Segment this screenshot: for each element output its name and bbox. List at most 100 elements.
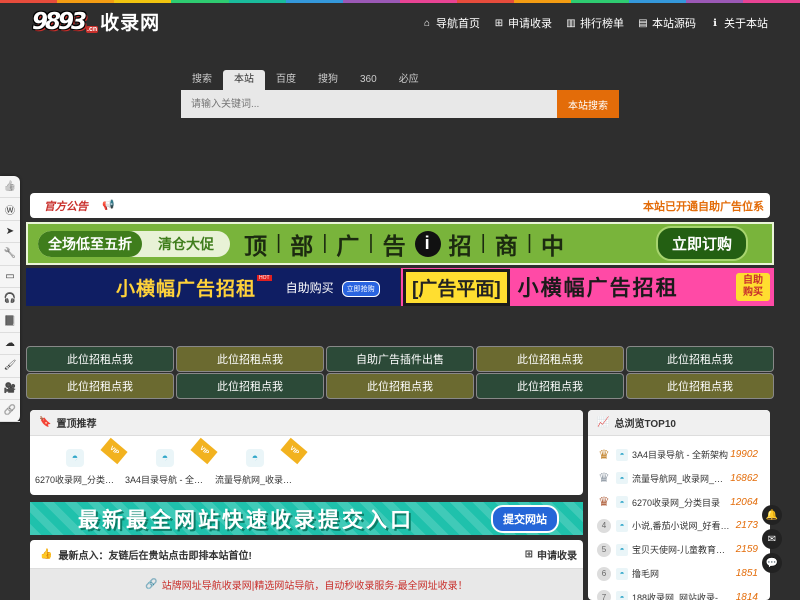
home-icon: ⌂ xyxy=(423,17,431,29)
submit-site-button[interactable]: 提交网站 xyxy=(491,504,559,533)
top10-site-name: 流量导航网_收录网_免费收录 xyxy=(632,473,730,484)
headphones-icon[interactable]: 🎧 xyxy=(0,288,20,311)
buy-now-button[interactable]: 立即抢购 xyxy=(341,281,380,297)
rank-number: 6 xyxy=(597,566,611,581)
envelope-icon[interactable]: ✉ xyxy=(762,529,782,549)
topnav-label: 申请收录 xyxy=(508,18,552,30)
order-now-button[interactable]: 立即订购 xyxy=(655,226,748,261)
rent-ad-slot[interactable]: 此位招租点我 xyxy=(626,346,774,372)
top10-view-count: 2173 xyxy=(735,520,758,532)
search-tab[interactable]: 百度 xyxy=(265,70,307,90)
site-favicon-icon: ◓ xyxy=(616,543,628,556)
rent-ad-slot[interactable]: 此位招租点我 xyxy=(26,373,174,399)
site-favicon-icon: ◓ xyxy=(616,567,628,580)
wordpress-icon[interactable]: Ⓦ xyxy=(0,198,20,221)
topnav-label: 关于本站 xyxy=(724,18,768,30)
rent-ad-slot[interactable]: 此位招租点我 xyxy=(176,373,324,399)
topnav-link[interactable]: ⊞ 申请收录 xyxy=(494,15,552,31)
site-favicon-icon: ◓ xyxy=(616,472,628,485)
thumbs-up-icon[interactable]: 👍 xyxy=(0,176,20,199)
site-favicon-icon: ◓ xyxy=(246,449,264,467)
small-banner-ad-right[interactable]: [广告平面] 小横幅广告招租 自助购买 xyxy=(401,268,774,306)
rent-ad-slot[interactable]: 此位招租点我 xyxy=(476,346,624,372)
ad-char: 顶 xyxy=(244,232,268,259)
latest-banner[interactable]: 🔗 站牌网址导航收录网|精选网站导航，自动秒收录服务-最全网址收录！ xyxy=(30,569,583,600)
search-tab[interactable]: 360 xyxy=(349,70,388,90)
topnav-label: 导航首页 xyxy=(436,18,480,30)
latest-banner-text: 站牌网址导航收录网|精选网站导航，自动秒收录服务-最全网址收录！ xyxy=(161,581,468,592)
pinned-site-name: 6270收录网_分类目录 xyxy=(35,475,115,485)
wrench-icon[interactable]: 🔧 xyxy=(0,243,20,266)
bell-icon[interactable]: 🔔 xyxy=(762,505,782,525)
thumbs-up-icon: 👍 xyxy=(40,548,53,560)
top10-row[interactable]: 5 ◓ 宝贝天使网-儿童教育资讯 2159 xyxy=(588,538,770,561)
send-icon[interactable]: ➤ xyxy=(0,221,20,244)
top10-row[interactable]: 7 ◓ 188收录网_网站收录-友情链接 1814 xyxy=(588,586,770,600)
notice-message[interactable]: 本站已开通自助广告位系 xyxy=(643,198,764,214)
video-icon[interactable]: 🎥 xyxy=(0,378,20,400)
stripe-segment xyxy=(514,0,572,3)
stripe-segment xyxy=(57,0,115,3)
top10-row[interactable]: ♛ ◓ 3A4目录导航 - 全新架构 19902 xyxy=(588,443,770,466)
rank-number: 7 xyxy=(597,590,611,600)
site-favicon-icon: ◓ xyxy=(616,519,628,532)
topnav-link[interactable]: ▥ 排行榜单 xyxy=(566,15,624,31)
rent-ad-slot[interactable]: 此位招租点我 xyxy=(476,373,624,399)
rent-ad-slot[interactable]: 此位招租点我 xyxy=(626,373,774,399)
topnav-link[interactable]: ℹ 关于本站 xyxy=(710,15,768,31)
search-tab[interactable]: 搜狗 xyxy=(307,70,349,90)
banner-ad-text: 小横幅广告招租 xyxy=(116,278,257,300)
submit-site-banner[interactable]: 最新最全网站快速收录提交入口 提交网站 xyxy=(30,502,583,535)
top10-row[interactable]: ♛ ◓ 流量导航网_收录网_免费收录16862 xyxy=(588,467,770,490)
logo-number: 9893 xyxy=(32,9,87,35)
right-float-buttons: 🔔 ✉ 💬 xyxy=(762,505,782,577)
rent-ad-slot[interactable]: 此位招租点我 xyxy=(26,346,174,372)
topnav-link[interactable]: ⌂ 导航首页 xyxy=(422,15,480,31)
self-service-badge[interactable]: 自助购买 xyxy=(736,273,770,301)
rent-ad-slot[interactable]: 此位招租点我 xyxy=(176,346,324,372)
megaphone-icon: 📢 xyxy=(102,200,115,211)
cloud-icon[interactable]: ☁ xyxy=(0,333,20,356)
ad-separator: | xyxy=(368,232,375,254)
book-icon: ▤ xyxy=(638,17,648,29)
submit-banner-text: 最新最全网站快速收录提交入口 xyxy=(78,508,414,532)
search-tab[interactable]: 必应 xyxy=(388,70,430,90)
search-input[interactable] xyxy=(181,90,557,118)
top10-view-count: 2159 xyxy=(735,544,758,556)
top10-view-count: 1814 xyxy=(735,591,758,600)
pinned-site-name: 流量导航网_收录网站 xyxy=(215,475,295,485)
sale-pill-right: 清仓大促 xyxy=(158,235,214,252)
hdd-icon[interactable]: ▭ xyxy=(0,266,20,288)
topnav-label: 排行榜单 xyxy=(580,18,624,30)
rank-crown-icon: ♛ xyxy=(598,470,610,486)
link-icon[interactable]: 🔗 xyxy=(0,400,20,423)
stripe-segment xyxy=(114,0,172,3)
rank-number: 4 xyxy=(597,518,611,533)
ad-char: 商 xyxy=(494,232,519,259)
brush-icon[interactable]: 🖌 xyxy=(0,355,20,378)
top10-panel: 📈 总浏览TOP10 ♛ ◓ 3A4目录导航 - 全新架构 19902 ♛ ◓ 流量导航网_… xyxy=(588,410,770,600)
top10-row[interactable]: 6 ◓ 撸毛网 1851 xyxy=(588,562,770,585)
search-tab[interactable]: 本站 xyxy=(223,70,265,90)
top10-row[interactable]: ♛ ◓ 6270收录网_分类目录 12064 xyxy=(588,491,770,514)
small-banner-ad-left[interactable]: 小横幅广告招租 HOT 自助购买 立即抢购 xyxy=(26,268,400,306)
rent-ad-slot[interactable]: 此位招租点我 xyxy=(326,373,474,399)
site-favicon-icon: ◓ xyxy=(66,449,84,467)
stripe-segment xyxy=(685,0,743,3)
wechat-icon[interactable]: 💬 xyxy=(762,553,782,573)
panel-header: 📈 总浏览TOP10 xyxy=(588,410,770,436)
apply-inclusion-link[interactable]: ⊞ 申请收录 xyxy=(525,547,577,562)
stripe-segment xyxy=(742,0,800,3)
panel-title: 置顶推荐 xyxy=(56,419,97,430)
bar-chart-icon: ▥ xyxy=(566,17,576,29)
top-ad-banner[interactable]: 全场低至五折 清仓大促 顶 | 部 | 广 | 告 i 招 | 商 | 中 立即订购 xyxy=(26,222,774,265)
book-icon[interactable]: 📕 xyxy=(0,310,20,333)
panel-title: 总浏览TOP10 xyxy=(614,419,676,430)
left-float-sidebar: 👍 Ⓦ ➤ 🔧 ▭ 🎧 📕 ☁ 🖌 🎥 🔗 xyxy=(0,176,20,423)
topnav-link[interactable]: ▤ 本站源码 xyxy=(638,15,696,31)
search-button[interactable]: 本站搜索 xyxy=(557,90,619,118)
site-logo[interactable]: 9893 .cn 收录网 xyxy=(32,9,160,35)
notice-title: 官方公告 xyxy=(44,200,88,213)
top10-row[interactable]: 4 ◓ 小说,番茄小说网_好看的小说 2173 xyxy=(588,514,770,537)
rent-ad-slot[interactable]: 自助广告插件出售 xyxy=(326,346,474,372)
